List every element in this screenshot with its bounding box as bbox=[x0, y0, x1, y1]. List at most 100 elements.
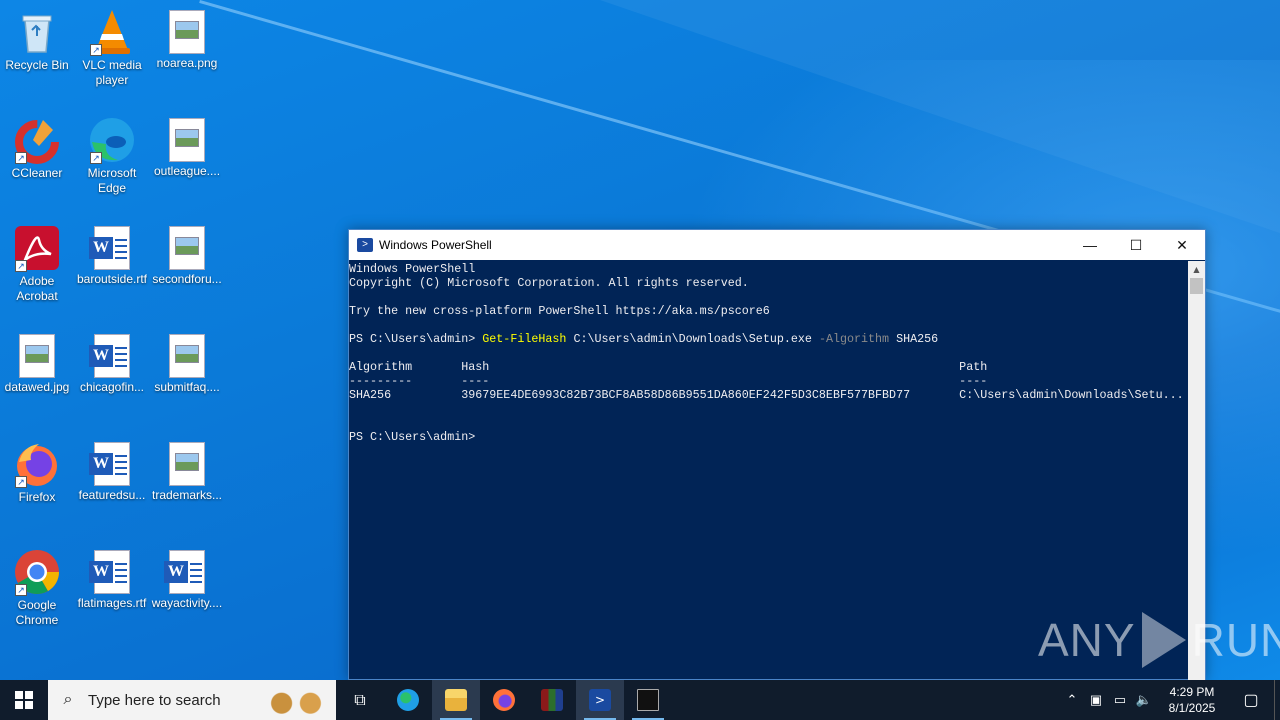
console-line: Windows PowerShell bbox=[349, 262, 476, 276]
search-icon: ⌕ bbox=[63, 691, 73, 708]
window-titlebar[interactable]: > Windows PowerShell — ☐ ✕ bbox=[349, 230, 1205, 260]
clock-time: 4:29 PM bbox=[1169, 685, 1215, 699]
start-button[interactable] bbox=[0, 680, 48, 720]
command-name: Get-FileHash bbox=[482, 332, 567, 346]
maximize-button[interactable]: ☐ bbox=[1113, 230, 1159, 260]
word-document-icon: W bbox=[89, 550, 130, 594]
volume-icon[interactable]: 🔈 bbox=[1132, 692, 1156, 708]
desktop-icon-noarea-png[interactable]: noarea.png bbox=[149, 8, 225, 71]
console-prompt-line: PS C:\Users\admin> bbox=[349, 430, 476, 444]
desktop-icon-label: wayactivity.... bbox=[151, 596, 223, 610]
play-triangle-icon bbox=[1141, 612, 1186, 668]
taskbar-clock[interactable]: 4:29 PM 8/1/2025 bbox=[1156, 684, 1228, 716]
scroll-up-icon[interactable]: ▲ bbox=[1188, 261, 1205, 278]
word-document-icon: W bbox=[89, 442, 130, 486]
console-line: Copyright (C) Microsoft Corporation. All… bbox=[349, 276, 749, 290]
word-document-icon: W bbox=[89, 226, 130, 270]
task-view-button[interactable]: ⧉ bbox=[336, 680, 384, 720]
image-file-icon bbox=[169, 334, 205, 378]
desktop-icon-firefox[interactable]: ↗ Firefox bbox=[0, 440, 75, 505]
close-button[interactable]: ✕ bbox=[1159, 230, 1205, 260]
network-icon[interactable]: ▭ bbox=[1108, 692, 1132, 708]
command-value: SHA256 bbox=[889, 332, 939, 346]
desktop-icon-label: secondforu... bbox=[152, 272, 222, 286]
desktop-icon-label: CCleaner bbox=[11, 166, 63, 180]
taskbar-winrar[interactable] bbox=[528, 680, 576, 720]
firefox-icon bbox=[493, 689, 515, 711]
image-file-icon bbox=[169, 442, 205, 486]
powershell-icon: > bbox=[357, 238, 373, 252]
google-chrome-icon: ↗ bbox=[13, 548, 61, 596]
console-command-line: PS C:\Users\admin> Get-FileHash C:\Users… bbox=[349, 332, 1189, 346]
scrollbar-thumb[interactable] bbox=[1190, 278, 1203, 294]
recycle-bin-icon bbox=[13, 8, 61, 56]
shortcut-arrow-icon: ↗ bbox=[15, 584, 27, 596]
console-prompt: PS C:\Users\admin> bbox=[349, 332, 483, 346]
shortcut-arrow-icon: ↗ bbox=[90, 44, 102, 56]
command-parameter: -Algorithm bbox=[818, 332, 890, 346]
microsoft-edge-icon: ↗ bbox=[88, 116, 136, 164]
result-separator: --------- ---- ---- bbox=[349, 374, 988, 388]
chevron-up-icon[interactable]: ⌃ bbox=[1060, 692, 1084, 708]
folder-icon bbox=[445, 689, 467, 711]
desktop-icon-baroutside-rtf[interactable]: W baroutside.rtf bbox=[74, 224, 150, 287]
adobe-acrobat-icon: ↗ bbox=[13, 224, 61, 272]
shortcut-arrow-icon: ↗ bbox=[15, 476, 27, 488]
desktop-icon-label: flatimages.rtf bbox=[77, 596, 147, 610]
desktop-icon-label: Firefox bbox=[18, 490, 56, 504]
desktop-icon-flatimages-rtf[interactable]: W flatimages.rtf bbox=[74, 548, 150, 611]
desktop-icon-label: featuredsu... bbox=[78, 488, 146, 502]
desktop-icon-trademarks[interactable]: trademarks... bbox=[149, 440, 225, 503]
image-file-icon bbox=[19, 334, 55, 378]
shortcut-arrow-icon: ↗ bbox=[15, 152, 27, 164]
system-tray: ⌃ ▣ ▭ 🔈 4:29 PM 8/1/2025 ▢ bbox=[1060, 680, 1280, 720]
shortcut-arrow-icon: ↗ bbox=[90, 152, 102, 164]
clock-date: 8/1/2025 bbox=[1168, 701, 1216, 715]
desktop-icon-submitfaq[interactable]: submitfaq.... bbox=[149, 332, 225, 395]
watermark-text: RUN bbox=[1191, 614, 1280, 666]
taskbar: ⌕ Type here to search ⧉ > ⌃ ▣ ▭ 🔈 4:29 P… bbox=[0, 680, 1280, 720]
tray-app-icon[interactable]: ▣ bbox=[1084, 692, 1108, 708]
shortcut-arrow-icon: ↗ bbox=[15, 260, 27, 272]
desktop-icon-label: submitfaq.... bbox=[154, 380, 220, 394]
taskbar-search[interactable]: ⌕ Type here to search bbox=[48, 680, 336, 720]
word-document-icon: W bbox=[164, 550, 205, 594]
minimize-button[interactable]: — bbox=[1067, 230, 1113, 260]
task-view-icon: ⧉ bbox=[354, 690, 366, 709]
desktop-icon-outleague[interactable]: outleague.... bbox=[149, 116, 225, 179]
show-desktop-button[interactable] bbox=[1274, 680, 1280, 720]
desktop-icon-ccleaner[interactable]: ↗ CCleaner bbox=[0, 116, 75, 181]
word-document-icon: W bbox=[89, 334, 130, 378]
desktop-icon-chicagofin[interactable]: W chicagofin... bbox=[74, 332, 150, 395]
taskbar-cmd[interactable] bbox=[624, 680, 672, 720]
taskbar-file-explorer[interactable] bbox=[432, 680, 480, 720]
desktop-icon-vlc[interactable]: ↗ VLC media player bbox=[74, 8, 150, 88]
desktop-icon-recycle-bin[interactable]: Recycle Bin bbox=[0, 8, 75, 73]
desktop-icon-datawed-jpg[interactable]: datawed.jpg bbox=[0, 332, 75, 395]
firefox-icon: ↗ bbox=[13, 440, 61, 488]
desktop-icon-google-chrome[interactable]: ↗ Google Chrome bbox=[0, 548, 75, 628]
desktop-icon-label: Microsoft Edge bbox=[87, 166, 137, 195]
command-prompt-icon bbox=[637, 689, 659, 711]
desktop-icon-secondforu[interactable]: secondforu... bbox=[149, 224, 225, 287]
taskbar-powershell[interactable]: > bbox=[576, 680, 624, 720]
windows-logo-icon bbox=[15, 691, 33, 709]
desktop-icon-label: trademarks... bbox=[151, 488, 223, 502]
taskbar-edge[interactable] bbox=[384, 680, 432, 720]
edge-icon bbox=[397, 689, 419, 711]
desktop-icon-microsoft-edge[interactable]: ↗ Microsoft Edge bbox=[74, 116, 150, 196]
anyrun-watermark: ANY RUN bbox=[1038, 608, 1280, 672]
desktop-icon-label: VLC media player bbox=[82, 58, 142, 87]
desktop-icon-adobe-acrobat[interactable]: ↗ Adobe Acrobat bbox=[0, 224, 75, 304]
result-row: SHA256 39679EE4DE6993C82B73BCF8AB58D86B9… bbox=[349, 388, 1184, 402]
image-file-icon bbox=[169, 226, 205, 270]
desktop-icon-label: noarea.png bbox=[156, 56, 218, 70]
console-line: Try the new cross-platform PowerShell ht… bbox=[349, 304, 770, 318]
desktop-icon-wayactivity[interactable]: W wayactivity.... bbox=[149, 548, 225, 611]
desktop-icon-featuredsu[interactable]: W featuredsu... bbox=[74, 440, 150, 503]
taskbar-firefox[interactable] bbox=[480, 680, 528, 720]
image-file-icon bbox=[169, 10, 205, 54]
desktop-icon-label: Google Chrome bbox=[15, 598, 59, 627]
image-file-icon bbox=[169, 118, 205, 162]
notification-icon[interactable]: ▢ bbox=[1228, 690, 1274, 710]
